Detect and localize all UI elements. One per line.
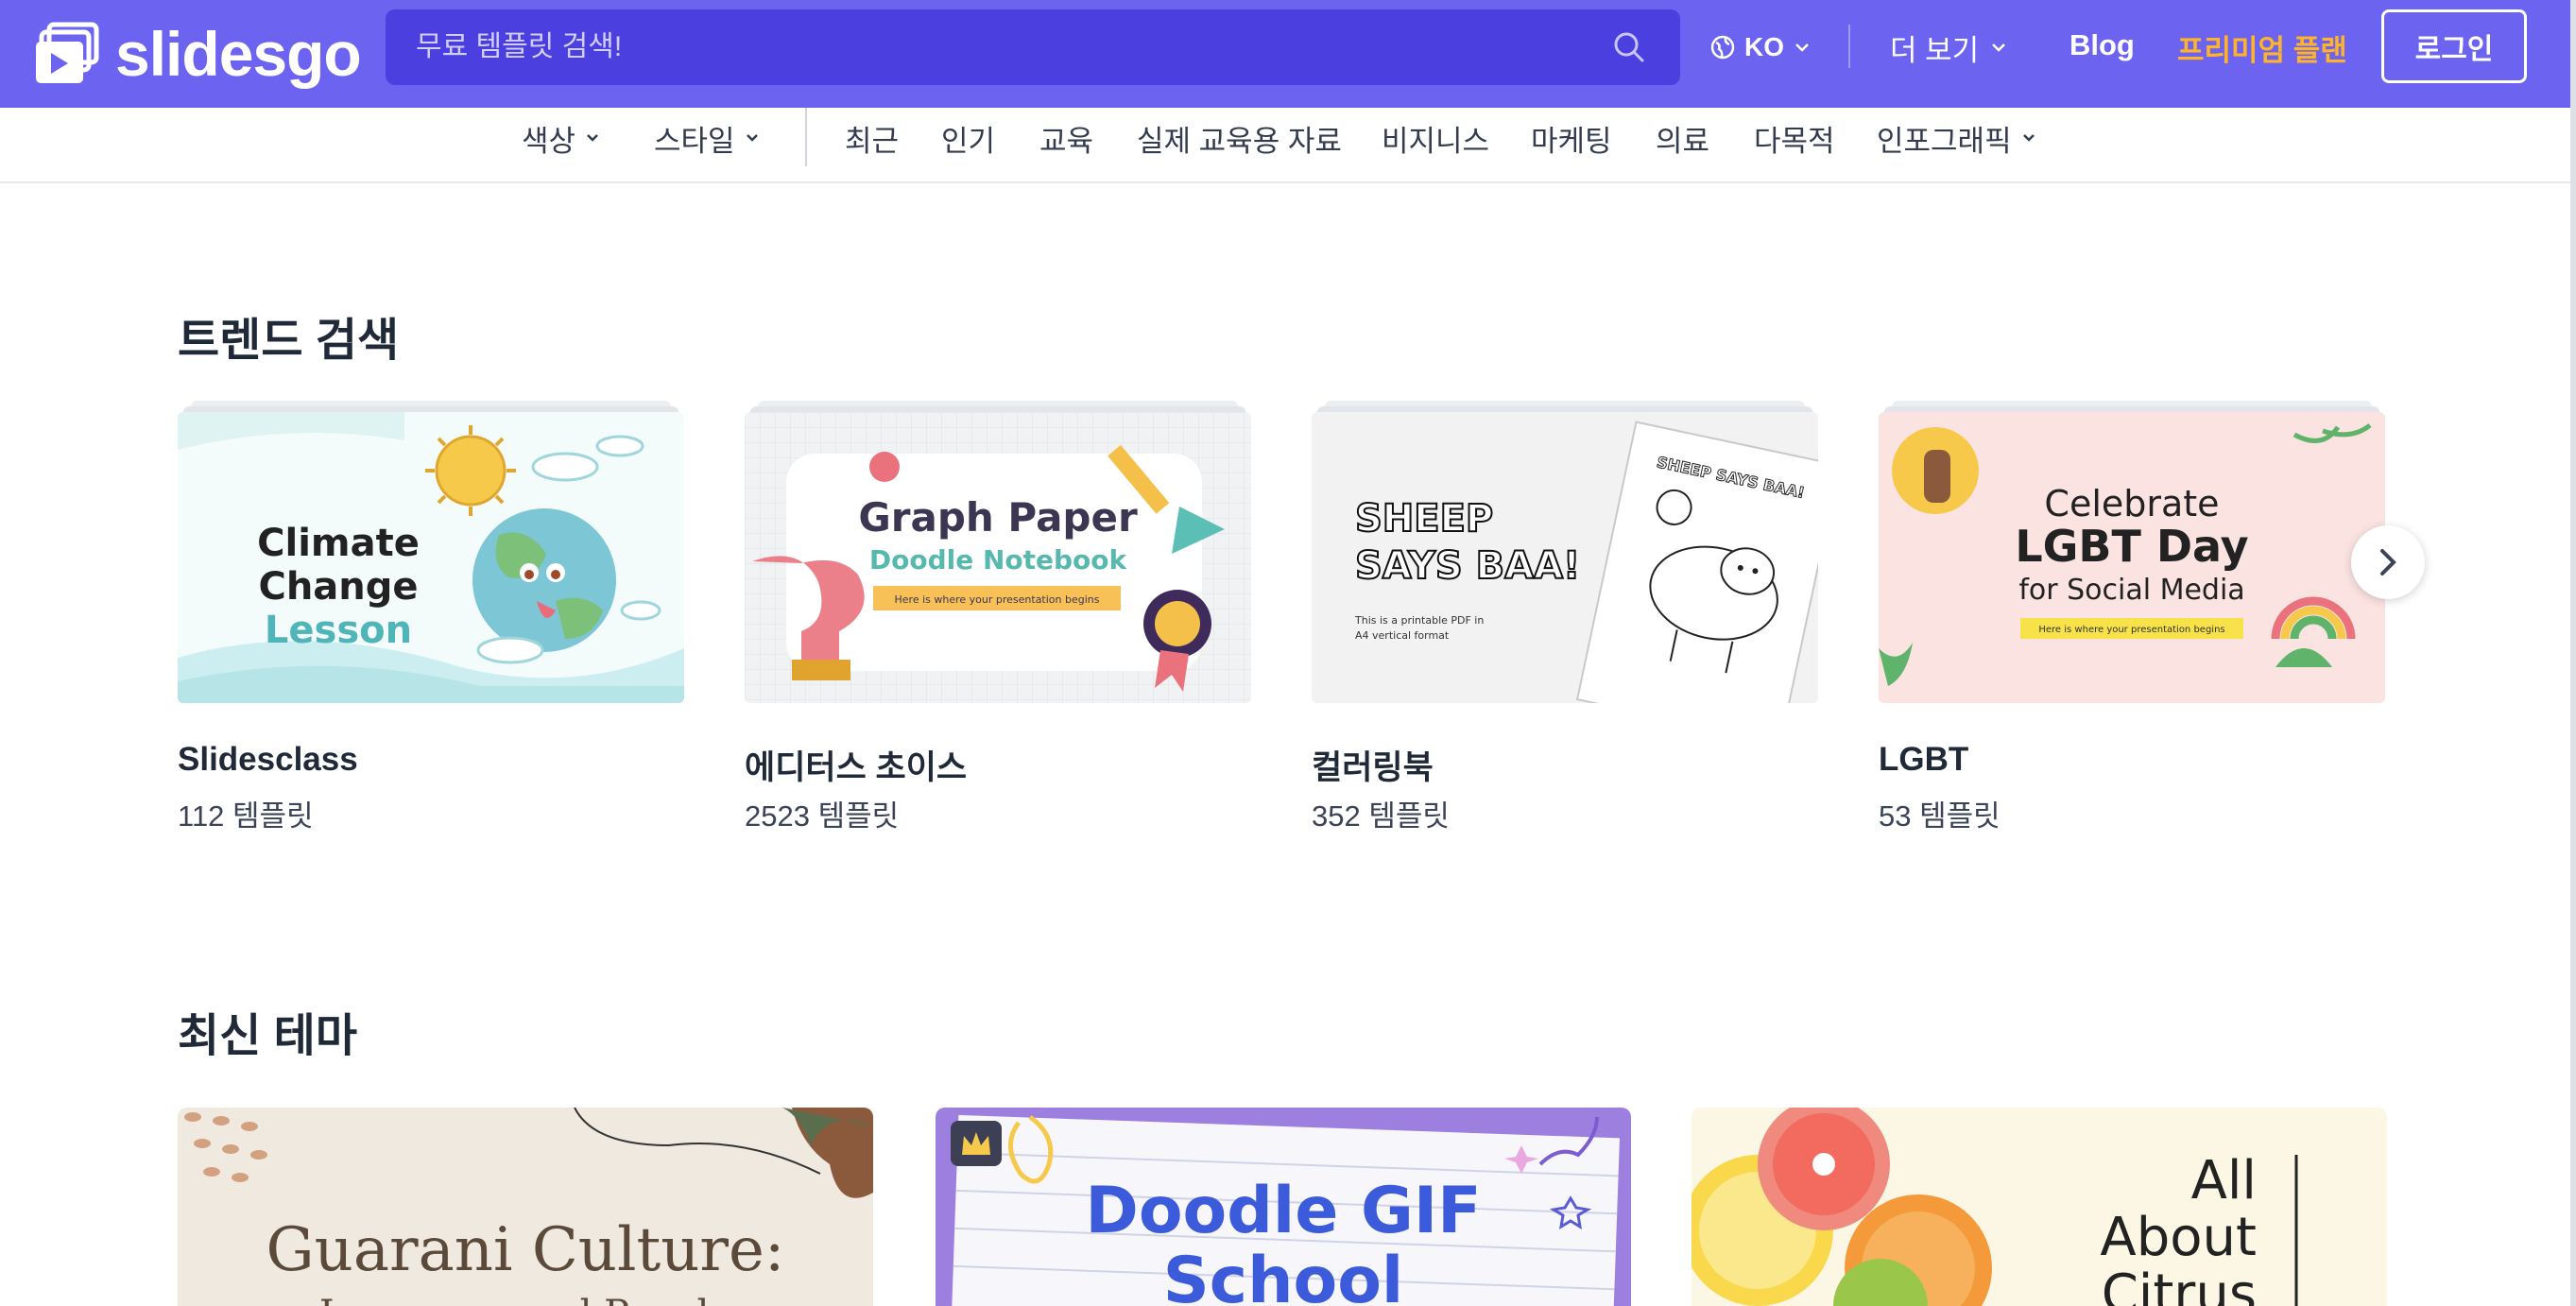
nav-style-label: 스타일 — [654, 124, 735, 158]
card-count: 112 템플릿 — [178, 799, 314, 833]
lgbt-day-thumbnail[interactable]: Celebrate LGBT Day for Social Media Here… — [1879, 412, 2385, 703]
graph-paper-thumbnail[interactable]: Graph Paper Doodle Notebook Here is wher… — [745, 412, 1251, 703]
thumb-text: Lesson — [265, 609, 412, 652]
language-label: KO — [1744, 32, 1784, 61]
thumb-text: Doodle GIF — [1085, 1174, 1481, 1248]
thumb-text: Doodle Notebook — [869, 544, 1128, 576]
card-count: 2523 템플릿 — [745, 799, 900, 833]
thumb-text: All — [2191, 1150, 2257, 1211]
guarani-culture-thumbnail[interactable]: Guarani Culture: Language and People — [178, 1108, 873, 1306]
card-title[interactable]: 컬러링북 — [1312, 741, 1434, 789]
category-nav: 색상 스타일 최근 인기 교육 실제 교육용 자료 비지니스 마케팅 의료 다목… — [0, 108, 2576, 183]
nav-infographics-dropdown[interactable]: 인포그래픽 — [1877, 117, 2036, 159]
card-title[interactable]: 에디터스 초이스 — [745, 741, 967, 789]
nav-popular[interactable]: 인기 — [941, 117, 995, 159]
thumb-text: Language and People — [319, 1293, 731, 1306]
card-title[interactable]: Slidesclass — [178, 741, 358, 779]
scrollbar-track[interactable] — [2570, 0, 2576, 1306]
thumb-text: School — [1163, 1244, 1403, 1306]
thumb-text: Here is where your presentation begins — [895, 593, 1100, 606]
language-selector[interactable]: KO — [1710, 28, 1811, 66]
thumb-text: Graph Paper — [858, 494, 1138, 541]
thumb-text: This is a printable PDF in — [1354, 614, 1484, 627]
thumb-text: Guarani Culture: — [266, 1215, 785, 1285]
nav-teaching-material[interactable]: 실제 교육용 자료 — [1137, 117, 1342, 159]
thumb-text: A4 vertical format — [1355, 629, 1450, 642]
chevron-down-icon — [1795, 43, 1809, 52]
chevron-down-icon — [746, 134, 758, 142]
thumb-text: Celebrate — [2044, 483, 2219, 524]
thumb-text: SHEEP — [1355, 497, 1493, 541]
nav-infographics-label: 인포그래픽 — [1877, 124, 2012, 158]
nav-separator — [805, 108, 807, 166]
sheep-says-baa-thumbnail[interactable]: SHEEP SAYS BAA! SHEEP SAYS BAA! This is … — [1312, 412, 1818, 703]
nav-education[interactable]: 교육 — [1039, 117, 1093, 159]
latest-section-title: 최신 테마 — [178, 1011, 357, 1061]
thumb-text: Citrus — [2102, 1263, 2257, 1306]
header-divider — [1848, 25, 1850, 68]
thumb-text: Climate — [257, 522, 420, 565]
nav-recent[interactable]: 최근 — [845, 117, 899, 159]
logo-text: slidesgo — [115, 19, 362, 89]
login-button[interactable]: 로그인 — [2381, 9, 2527, 83]
card-title[interactable]: LGBT — [1879, 741, 1968, 779]
slidesgo-logo-icon — [36, 22, 99, 83]
card-count: 53 템플릿 — [1879, 799, 2001, 833]
doodle-gif-school-thumbnail[interactable]: Doodle GIF School — [936, 1108, 1631, 1306]
premium-plan-link[interactable]: 프리미엄 플랜 — [2177, 26, 2347, 69]
thumb-text: About — [2100, 1207, 2257, 1268]
search-bar — [386, 9, 1680, 85]
nav-medical[interactable]: 의료 — [1656, 117, 1709, 159]
nav-multipurpose[interactable]: 다목적 — [1754, 117, 1835, 159]
thumb-text: Here is where your presentation begins — [2038, 625, 2224, 635]
card-count: 352 템플릿 — [1312, 799, 1450, 833]
thumb-text: for Social Media — [2018, 574, 2244, 607]
thumb-text: SAYS BAA! — [1355, 544, 1580, 588]
nav-color-label: 색상 — [522, 124, 576, 158]
thumb-text: Change — [258, 565, 418, 609]
chevron-right-icon — [2380, 549, 2396, 576]
all-about-citrus-thumbnail[interactable]: All About Citrus — [1692, 1108, 2387, 1306]
blog-link[interactable]: Blog — [2069, 28, 2135, 62]
top-bar: slidesgo KO 더 보기 Blog 프리미엄 플랜 로그인 — [0, 0, 2576, 108]
logo[interactable]: slidesgo — [34, 13, 362, 95]
thumb-text: LGBT Day — [2015, 521, 2248, 572]
carousel-next-button[interactable] — [2351, 525, 2425, 599]
chevron-down-icon — [2022, 134, 2035, 142]
more-label: 더 보기 — [1890, 33, 1980, 67]
nav-color-dropdown[interactable]: 색상 — [522, 117, 600, 159]
chevron-down-icon — [587, 134, 598, 142]
chevron-down-icon — [1992, 43, 2006, 52]
more-menu[interactable]: 더 보기 — [1890, 26, 2007, 68]
climate-change-thumbnail[interactable]: Climate Change Lesson — [178, 412, 684, 703]
trending-section-title: 트렌드 검색 — [178, 316, 400, 366]
nav-marketing[interactable]: 마케팅 — [1531, 117, 1612, 159]
search-input[interactable] — [386, 9, 1680, 85]
nav-business[interactable]: 비지니스 — [1382, 117, 1489, 159]
search-icon[interactable] — [1612, 30, 1646, 64]
nav-style-dropdown[interactable]: 스타일 — [654, 117, 760, 159]
globe-icon — [1710, 35, 1735, 60]
